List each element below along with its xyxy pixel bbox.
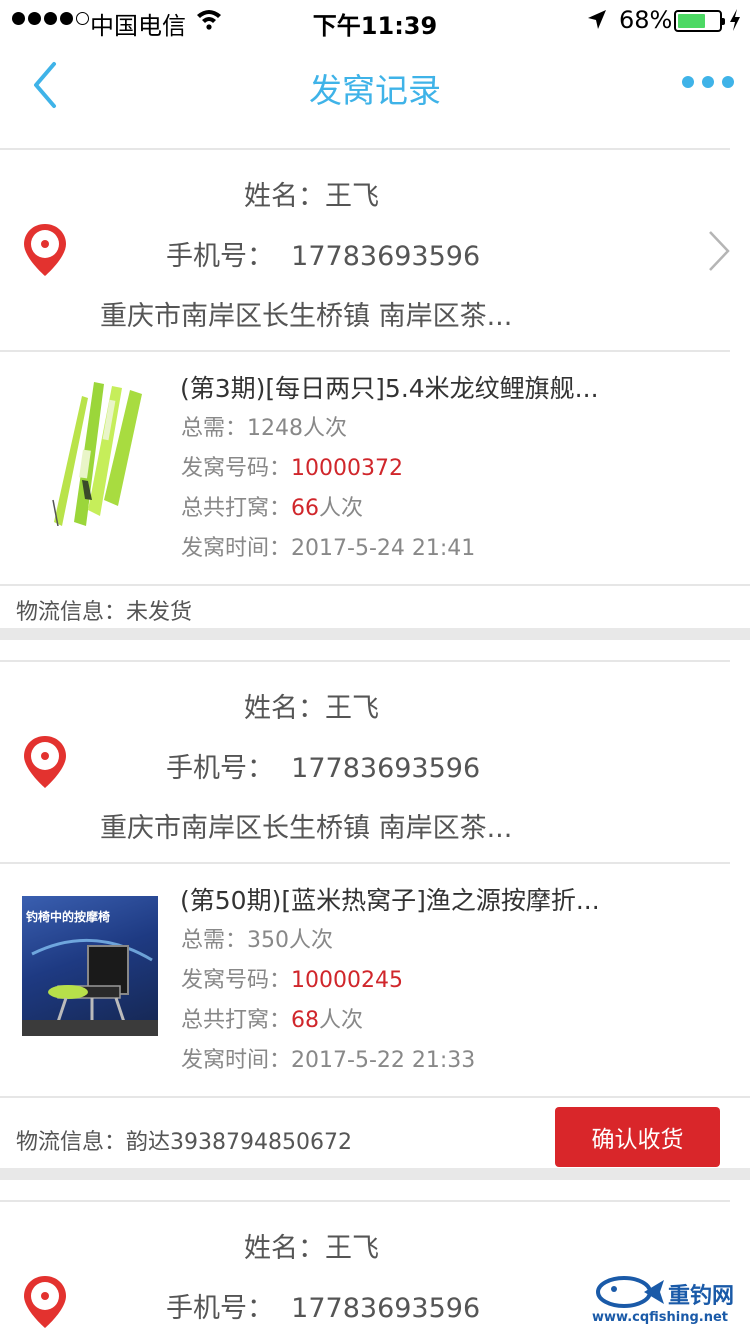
issue-time: 发窝时间：2017-5-22 21:33	[181, 1048, 476, 1073]
product-title: (第50期)[蓝米热窝子]渔之源按摩折...	[180, 886, 600, 915]
total-needed: 总需：1248人次	[181, 416, 348, 441]
fishing-rod-product-image	[48, 380, 144, 526]
fish-logo-icon	[596, 1276, 664, 1308]
location-pin-icon	[24, 1276, 66, 1328]
lottery-code: 发窝号码：10000372	[181, 456, 403, 481]
charging-bolt-icon	[730, 9, 740, 31]
divider	[0, 660, 730, 662]
watermark-url: www.cqfishing.net	[592, 1310, 729, 1325]
recipient-address: 重庆市南岸区长生桥镇 南岸区茶...	[100, 813, 513, 844]
location-pin-icon	[24, 736, 66, 788]
total-needed: 总需：350人次	[181, 928, 334, 953]
issue-time: 发窝时间：2017-5-24 21:41	[181, 536, 476, 561]
product-title: (第3期)[每日两只]5.4米龙纹鲤旗舰...	[180, 374, 599, 403]
recipient-name: 姓名：王飞	[244, 1233, 379, 1264]
more-dots-icon[interactable]	[682, 76, 734, 88]
battery-percent: 68%	[619, 6, 673, 34]
location-arrow-icon	[588, 10, 606, 29]
lottery-code: 发窝号码：10000245	[181, 968, 403, 993]
divider	[0, 584, 750, 586]
divider	[0, 350, 730, 352]
nav-bar: 发窝记录	[0, 40, 750, 128]
logistics-info: 物流信息：韵达3938794850672	[16, 1130, 352, 1155]
watermark-text: 重钓网	[668, 1284, 735, 1309]
recipient-address: 重庆市南岸区长生桥镇 南岸区茶...	[100, 301, 513, 332]
battery-icon	[674, 10, 725, 32]
section-gap	[0, 628, 750, 640]
chair-product-image: 钓椅中的按摩椅	[22, 896, 158, 1036]
confirm-receipt-button[interactable]: 确认收货	[555, 1107, 720, 1167]
site-watermark: 重钓网 www.cqfishing.net	[592, 1274, 750, 1334]
recipient-name: 姓名：王飞	[244, 181, 379, 212]
divider	[0, 148, 730, 150]
recipient-phone: 手机号： 17783693596	[166, 241, 481, 272]
recipient-name: 姓名：王飞	[244, 693, 379, 724]
recipient-phone: 手机号： 17783693596	[166, 753, 481, 784]
location-pin-icon	[24, 224, 66, 276]
divider	[0, 862, 730, 864]
total-participations: 总共打窝：66人次	[181, 496, 364, 521]
recipient-phone: 手机号： 17783693596	[166, 1293, 481, 1324]
total-participations: 总共打窝：68人次	[181, 1008, 364, 1033]
divider	[0, 1096, 750, 1098]
logistics-info: 物流信息：未发货	[16, 600, 193, 625]
divider	[0, 1200, 730, 1202]
page-title: 发窝记录	[309, 71, 441, 110]
section-gap	[0, 1168, 750, 1180]
status-bar: 中国电信 下午11:39 68%	[0, 0, 750, 40]
chevron-right-icon[interactable]	[706, 228, 732, 274]
